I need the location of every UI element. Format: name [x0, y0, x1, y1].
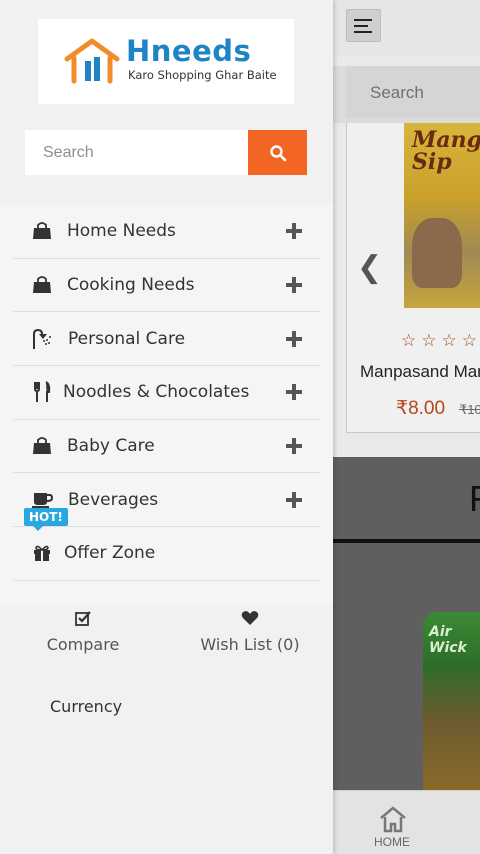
expand-plus-icon[interactable]: [286, 438, 302, 455]
account-links: Compare Wish List (0): [0, 605, 333, 675]
home-nav-label[interactable]: HOME: [374, 835, 410, 849]
cutlery-icon: [31, 381, 53, 403]
menu-item-label: Home Needs: [67, 221, 176, 242]
wishlist-link[interactable]: Wish List (0): [194, 605, 306, 654]
background-search-band: Search: [333, 66, 480, 123]
home-icon[interactable]: [378, 805, 408, 833]
shopping-bag-icon: [31, 435, 53, 457]
menu-item-home-needs[interactable]: Home Needs: [13, 205, 320, 259]
search-icon: [269, 144, 286, 161]
brand-name: Hneeds: [126, 34, 252, 68]
logo[interactable]: Hneeds Karo Shopping Ghar Baite: [38, 19, 294, 104]
check-square-icon: [75, 611, 91, 626]
rating-stars: ☆☆☆☆: [401, 331, 480, 351]
background-page: Search ❮ Mango Sip ☆☆☆☆ Manpasand Mar ₹8…: [333, 0, 480, 854]
side-drawer: Hneeds Karo Shopping Ghar Baite Home Nee…: [0, 0, 333, 854]
expand-plus-icon[interactable]: [286, 384, 302, 401]
shower-icon: [31, 328, 53, 350]
shopping-bag-icon: [31, 274, 53, 296]
menu-item-baby-care[interactable]: Baby Care: [13, 420, 320, 474]
expand-plus-icon[interactable]: [286, 330, 302, 347]
menu-item-noodles-chocolates[interactable]: Noodles & Chocolates: [13, 366, 320, 420]
currency-selector[interactable]: Currency: [50, 697, 122, 716]
menu-item-label: Beverages: [68, 489, 159, 510]
search-button[interactable]: [248, 130, 307, 175]
compare-label: Compare: [46, 635, 120, 654]
house-logo-icon: [64, 38, 120, 84]
wishlist-label: Wish List (0): [200, 635, 300, 654]
product-image-2-text: Air Wick: [429, 624, 467, 656]
product-old-price: ₹10: [459, 402, 480, 417]
menu-item-label: Noodles & Chocolates: [63, 382, 250, 403]
product-image-text: Mango Sip: [412, 127, 480, 175]
product-image[interactable]: Mango Sip: [404, 123, 480, 308]
menu-item-label: Baby Care: [67, 436, 155, 457]
search-bar: [25, 130, 307, 175]
brand-tagline: Karo Shopping Ghar Baite: [128, 68, 277, 82]
menu-item-cooking-needs[interactable]: Cooking Needs: [13, 259, 320, 313]
menu-item-offer-zone[interactable]: HOT! Offer Zone: [13, 508, 320, 581]
heart-icon: [241, 611, 259, 625]
section-heading: F: [469, 478, 480, 520]
menu-item-label: Personal Care: [68, 328, 186, 349]
product-image-2[interactable]: Air Wick: [423, 612, 480, 790]
section-divider: [333, 539, 480, 543]
carousel-prev-icon[interactable]: ❮: [357, 250, 382, 285]
category-menu: Home Needs Cooking Needs Personal Care N…: [0, 205, 333, 605]
top-bar: [333, 0, 480, 55]
shopping-bag-icon: [31, 220, 53, 242]
background-search-input[interactable]: Search: [346, 66, 480, 118]
product-price: ₹8.00: [396, 398, 446, 419]
menu-item-label: Cooking Needs: [67, 275, 195, 296]
bottom-nav: HOME: [333, 790, 480, 854]
hot-badge: HOT!: [24, 508, 68, 532]
expand-plus-icon[interactable]: [286, 491, 302, 508]
expand-plus-icon[interactable]: [286, 277, 302, 294]
product-name[interactable]: Manpasand Mar: [360, 362, 480, 382]
menu-item-label: Offer Zone: [64, 543, 156, 564]
search-input[interactable]: [25, 130, 248, 175]
gift-icon: [31, 542, 53, 564]
compare-link[interactable]: Compare: [38, 605, 128, 654]
menu-item-personal-care[interactable]: Personal Care: [13, 312, 320, 367]
expand-plus-icon[interactable]: [286, 223, 302, 240]
hamburger-menu-button[interactable]: [346, 9, 381, 42]
